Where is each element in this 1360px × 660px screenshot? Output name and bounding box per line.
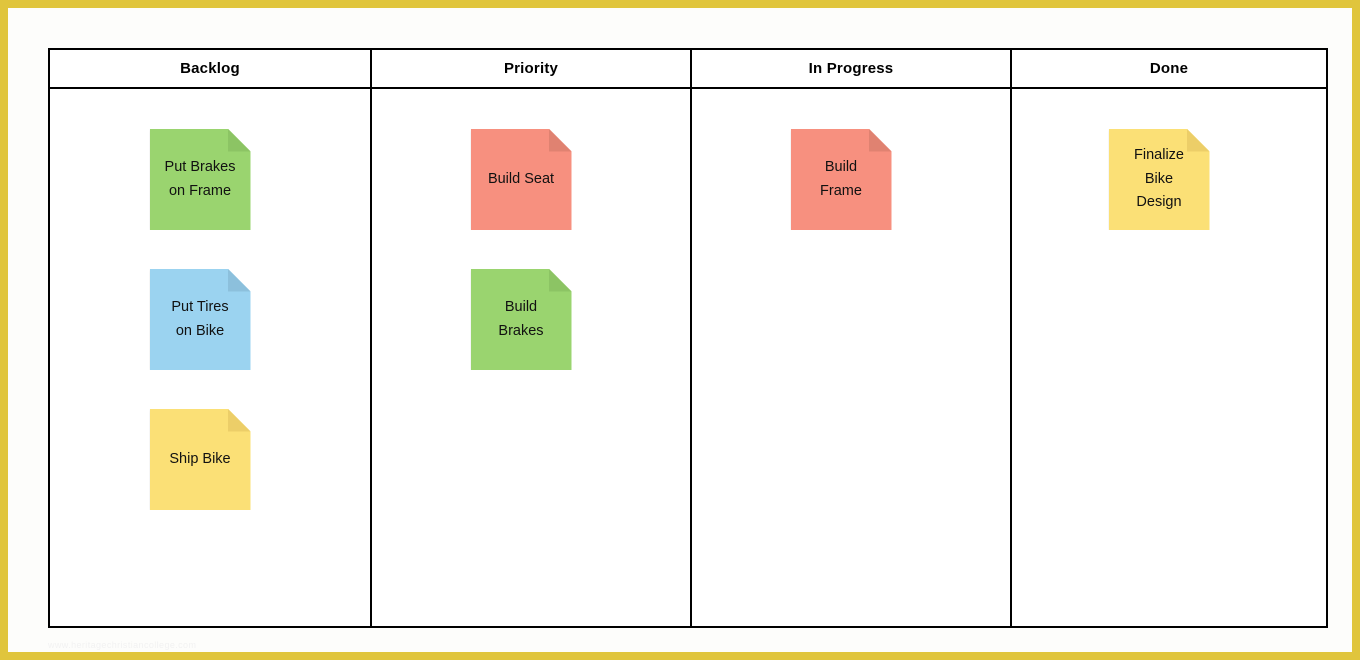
kanban-board: Backlog Priority In Progress Done Put Br… [48,48,1328,628]
note-fold-icon [549,129,572,152]
column-done[interactable]: Finalize Bike Design [1010,89,1326,626]
sticky-note-text: Put Brakes on Frame [164,159,236,199]
sticky-note-text: Put Tires on Bike [171,299,229,339]
note-fold-icon [228,409,251,432]
sticky-note-text: Build Seat [487,170,555,187]
column-priority[interactable]: Build Seat Build Brakes [370,89,690,626]
note-fold-icon [228,129,251,152]
sticky-note[interactable]: Put Tires on Bike [149,269,251,370]
note-fold-icon [1187,129,1210,152]
column-header-backlog[interactable]: Backlog [50,50,370,87]
note-fold-icon [549,269,572,292]
sticky-note[interactable]: Build Frame [790,129,892,230]
sticky-note[interactable]: Build Brakes [470,269,572,370]
column-backlog[interactable]: Put Brakes on Frame Put Tires on Bike Sh… [50,89,370,626]
page-frame: Backlog Priority In Progress Done Put Br… [0,0,1360,660]
board-body-row: Put Brakes on Frame Put Tires on Bike Sh… [50,89,1326,626]
sticky-note-text: Build Frame [820,159,862,199]
sticky-note[interactable]: Build Seat [470,129,572,230]
column-header-done[interactable]: Done [1010,50,1326,87]
note-fold-icon [869,129,892,152]
sticky-note-text: Build Brakes [498,299,544,339]
column-header-in-progress[interactable]: In Progress [690,50,1010,87]
column-header-priority[interactable]: Priority [370,50,690,87]
sticky-note[interactable]: Finalize Bike Design [1108,129,1210,230]
column-in-progress[interactable]: Build Frame [690,89,1010,626]
sticky-note-text: Ship Bike [169,450,231,467]
sticky-note[interactable]: Ship Bike [149,409,251,510]
sticky-note[interactable]: Put Brakes on Frame [149,129,251,230]
note-fold-icon [228,269,251,292]
board-header-row: Backlog Priority In Progress Done [50,50,1326,89]
sticky-note-text: Finalize Bike Design [1134,147,1184,211]
watermark: www.heritagechristiancollege.com [48,640,197,650]
